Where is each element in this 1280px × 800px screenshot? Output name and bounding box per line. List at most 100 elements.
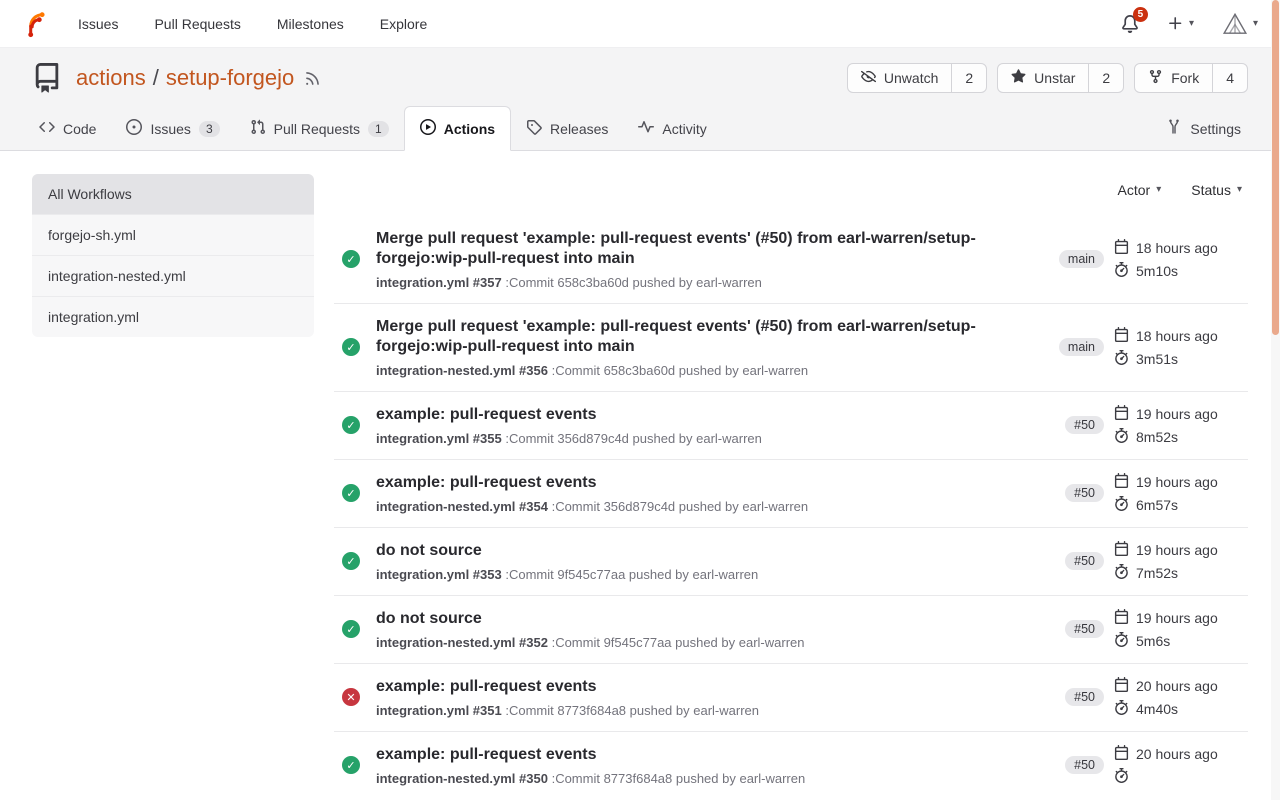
run-ref-badge[interactable]: #50 (1065, 688, 1104, 706)
run-title[interactable]: Merge pull request 'example: pull-reques… (376, 229, 1031, 270)
run-commit-info: :Commit 356d879c4d pushed by earl-warren (552, 499, 809, 514)
fork-icon (1148, 69, 1163, 87)
unwatch-label: Unwatch (884, 70, 938, 86)
run-duration: 7m52s (1136, 565, 1178, 581)
run-subtitle: integration.yml #351 :Commit 8773f684a8 … (376, 703, 1053, 718)
run-success-icon (342, 338, 360, 356)
run-subtitle: integration.yml #353 :Commit 9f545c77aa … (376, 567, 1053, 582)
sidebar-item-integration[interactable]: integration.yml (32, 297, 314, 337)
tab-activity-label: Activity (662, 121, 706, 137)
run-title[interactable]: do not source (376, 609, 1031, 629)
sidebar-item-forgejo-sh[interactable]: forgejo-sh.yml (32, 215, 314, 256)
run-time-ago: 19 hours ago (1136, 610, 1218, 626)
run-title[interactable]: do not source (376, 541, 1031, 561)
run-title[interactable]: example: pull-request events (376, 473, 1031, 493)
code-icon (39, 119, 55, 138)
run-row[interactable]: do not source integration-nested.yml #35… (334, 596, 1248, 664)
tab-code[interactable]: Code (24, 107, 111, 150)
tools-icon (1166, 119, 1182, 138)
top-navbar: Issues Pull Requests Milestones Explore … (0, 0, 1280, 48)
tag-icon (526, 119, 542, 138)
run-title[interactable]: example: pull-request events (376, 745, 1031, 765)
run-ref-badge[interactable]: #50 (1065, 756, 1104, 774)
actor-filter-dropdown[interactable]: Actor ▾ (1118, 182, 1162, 198)
run-title[interactable]: example: pull-request events (376, 677, 1031, 697)
star-icon (1011, 69, 1026, 87)
stopwatch-icon (1114, 564, 1129, 582)
run-success-icon (342, 552, 360, 570)
status-filter-dropdown[interactable]: Status ▾ (1191, 182, 1242, 198)
forgejo-logo-icon[interactable] (22, 8, 50, 40)
tab-settings[interactable]: Settings (1151, 107, 1256, 150)
tab-actions[interactable]: Actions (404, 106, 511, 151)
pulse-icon (638, 119, 654, 138)
stopwatch-icon (1114, 700, 1129, 718)
user-menu-button[interactable]: ▾ (1222, 11, 1258, 37)
tab-code-label: Code (63, 121, 96, 137)
run-duration: 4m40s (1136, 701, 1178, 717)
unwatch-button[interactable]: Unwatch 2 (847, 63, 987, 93)
navbar-right: 5 ▾ ▾ (1121, 11, 1258, 37)
repo-name-link[interactable]: setup-forgejo (166, 65, 294, 91)
run-commit-info: :Commit 356d879c4d pushed by earl-warren (505, 431, 762, 446)
run-row[interactable]: example: pull-request events integration… (334, 392, 1248, 460)
create-new-button[interactable]: ▾ (1167, 15, 1194, 32)
calendar-icon (1114, 677, 1129, 695)
run-ref-badge[interactable]: main (1059, 250, 1104, 268)
calendar-icon (1114, 239, 1129, 257)
repo-owner-link[interactable]: actions (76, 65, 146, 91)
calendar-icon (1114, 609, 1129, 627)
run-workflow-ref: integration.yml #353 (376, 567, 502, 582)
nav-link-milestones[interactable]: Milestones (277, 16, 344, 32)
run-workflow-ref: integration-nested.yml #354 (376, 499, 548, 514)
sidebar-item-all-workflows[interactable]: All Workflows (32, 174, 314, 215)
eye-slash-icon (861, 69, 876, 87)
fork-button[interactable]: Fork 4 (1134, 63, 1248, 93)
actions-page-content: All Workflows forgejo-sh.yml integration… (0, 151, 1280, 799)
run-success-icon (342, 756, 360, 774)
run-row[interactable]: Merge pull request 'example: pull-reques… (334, 216, 1248, 304)
run-ref-badge[interactable]: #50 (1065, 552, 1104, 570)
scrollbar-thumb[interactable] (1272, 0, 1279, 335)
run-ref-badge[interactable]: #50 (1065, 484, 1104, 502)
tab-issues-label: Issues (150, 121, 190, 137)
run-row[interactable]: example: pull-request events integration… (334, 460, 1248, 528)
breadcrumb: actions / setup-forgejo (76, 65, 294, 91)
run-title[interactable]: Merge pull request 'example: pull-reques… (376, 317, 1031, 358)
nav-link-explore[interactable]: Explore (380, 16, 427, 32)
run-commit-info: :Commit 658c3ba60d pushed by earl-warren (552, 363, 809, 378)
run-ref-badge[interactable]: #50 (1065, 416, 1104, 434)
rss-icon[interactable] (304, 70, 321, 87)
run-workflow-ref: integration.yml #357 (376, 275, 502, 290)
run-row[interactable]: do not source integration.yml #353 :Comm… (334, 528, 1248, 596)
calendar-icon (1114, 473, 1129, 491)
tab-releases[interactable]: Releases (511, 107, 623, 150)
repo-header: actions / setup-forgejo Unwatch 2 (0, 48, 1280, 151)
watch-count[interactable]: 2 (951, 64, 986, 92)
notifications-button[interactable]: 5 (1121, 15, 1139, 33)
unstar-button[interactable]: Unstar 2 (997, 63, 1124, 93)
sidebar-item-integration-nested[interactable]: integration-nested.yml (32, 256, 314, 297)
nav-link-pull-requests[interactable]: Pull Requests (154, 16, 240, 32)
nav-link-issues[interactable]: Issues (78, 16, 118, 32)
run-subtitle: integration-nested.yml #354 :Commit 356d… (376, 499, 1053, 514)
tab-pull-requests[interactable]: Pull Requests 1 (235, 107, 404, 150)
tab-activity[interactable]: Activity (623, 107, 721, 150)
run-ref-badge[interactable]: main (1059, 338, 1104, 356)
run-success-icon (342, 484, 360, 502)
run-ref-badge[interactable]: #50 (1065, 620, 1104, 638)
tab-releases-label: Releases (550, 121, 608, 137)
page-scrollbar[interactable] (1271, 0, 1280, 800)
run-row[interactable]: example: pull-request events integration… (334, 664, 1248, 732)
run-title[interactable]: example: pull-request events (376, 405, 1031, 425)
tab-issues[interactable]: Issues 3 (111, 107, 234, 150)
star-count[interactable]: 2 (1088, 64, 1123, 92)
run-row[interactable]: Merge pull request 'example: pull-reques… (334, 304, 1248, 392)
run-duration: 6m57s (1136, 497, 1178, 513)
run-success-icon (342, 416, 360, 434)
fork-count[interactable]: 4 (1212, 64, 1247, 92)
run-row[interactable]: example: pull-request events integration… (334, 732, 1248, 799)
plus-icon (1167, 15, 1184, 32)
play-circle-icon (420, 119, 436, 138)
run-commit-info: :Commit 658c3ba60d pushed by earl-warren (505, 275, 762, 290)
